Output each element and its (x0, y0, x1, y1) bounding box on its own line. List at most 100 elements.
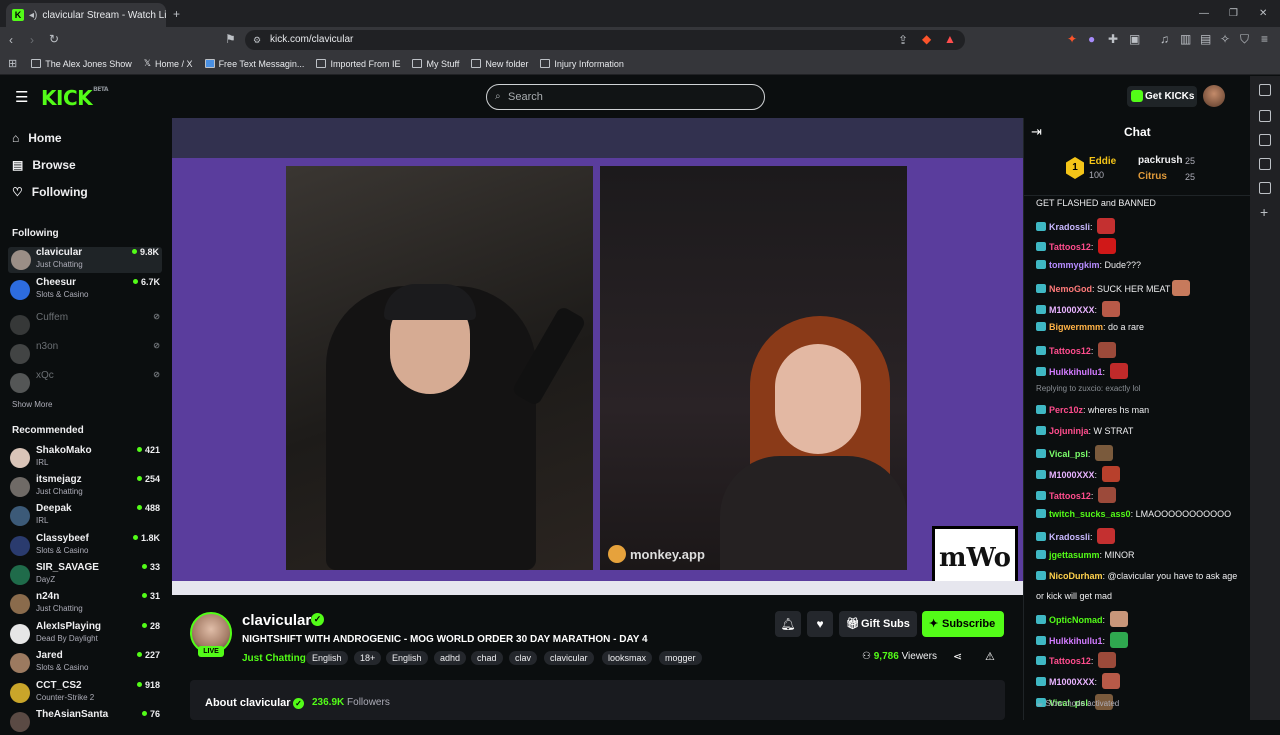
kick-logo[interactable]: KICKBETA (41, 86, 109, 110)
vpn-icon[interactable]: ⛉ (1240, 33, 1249, 45)
streamer-name[interactable]: clavicular (242, 612, 311, 629)
bookmark-item[interactable]: The Alex Jones Show (31, 59, 132, 69)
following-channel[interactable]: Cheesur Slots & Casino 6.7K (10, 277, 160, 303)
chat-username[interactable]: tommygkim (1049, 260, 1100, 270)
gifter-name[interactable]: Citrus (1138, 171, 1167, 182)
bookmarks-panel-icon[interactable] (1259, 134, 1271, 146)
chat-username[interactable]: Hulkkihullu1 (1049, 636, 1103, 646)
gifter-name[interactable]: Eddie (1089, 156, 1116, 167)
tag[interactable]: clav (509, 651, 538, 665)
following-channel-offline[interactable]: n3on ⊘ (10, 341, 160, 367)
reading-list-icon[interactable] (1259, 158, 1271, 170)
recommended-channel[interactable]: Deepak IRL 488 (10, 503, 160, 529)
hamburger-menu-icon[interactable]: ☰ (15, 88, 28, 106)
recommended-channel[interactable]: itsmejagz Just Chatting 254 (10, 474, 160, 500)
share-icon[interactable]: ⇪ (898, 34, 908, 46)
tag[interactable]: mogger (659, 651, 702, 665)
history-icon[interactable] (1259, 182, 1271, 194)
tag[interactable]: adhd (434, 651, 467, 665)
tag[interactable]: English (306, 651, 348, 665)
chat-username[interactable]: NemoGod (1049, 284, 1092, 294)
share-icon[interactable]: ⋖ (953, 650, 962, 663)
search-input[interactable]: ⌕ Search (486, 84, 765, 110)
user-avatar[interactable] (1203, 85, 1225, 107)
video-player[interactable]: monkey.app mWo (172, 118, 1023, 595)
minimize-icon[interactable]: — (1199, 8, 1209, 20)
tag[interactable]: 18+ (354, 651, 382, 665)
site-info-icon[interactable]: ⚙ (253, 34, 261, 46)
recommended-channel[interactable]: TheAsianSanta 76 (10, 709, 160, 735)
chat-username[interactable]: M1000XXX (1049, 677, 1095, 687)
recommended-channel[interactable]: AlexIsPlaying Dead By Daylight 28 (10, 621, 160, 647)
following-channel-offline[interactable]: xQc ⊘ (10, 370, 160, 396)
extension-icon[interactable]: ● (1088, 33, 1095, 45)
recommended-channel[interactable]: Classybeef Slots & Casino 1.8K (10, 533, 160, 559)
chat-username[interactable]: twitch_sucks_ass0 (1049, 509, 1131, 519)
url-field[interactable]: kick.com/clavicular (245, 30, 965, 50)
chat-username[interactable]: M1000XXX (1049, 470, 1095, 480)
bookmark-item[interactable]: 𝕏 Home / X (144, 58, 193, 69)
chat-username[interactable]: OpticNomad (1049, 615, 1103, 625)
gifter-name[interactable]: packrush (1138, 155, 1182, 166)
sidebar-item-home[interactable]: ⌂ Home (12, 131, 62, 145)
restore-icon[interactable]: ❐ (1229, 8, 1238, 20)
extensions-puzzle-icon[interactable]: ✚ (1108, 33, 1118, 45)
recommended-channel[interactable]: CCT_CS2 Counter-Strike 2 918 (10, 680, 160, 706)
tag[interactable]: chad (471, 651, 503, 665)
extension-icon[interactable]: ▣ (1129, 33, 1140, 45)
chat-username[interactable]: Tattoos12 (1049, 242, 1091, 252)
brave-rewards-icon[interactable]: ▲ (944, 33, 956, 45)
bookmark-icon[interactable]: ⚑ (225, 33, 236, 45)
category-link[interactable]: Just Chatting (242, 653, 306, 664)
bookmark-folder[interactable]: Imported From IE (316, 59, 400, 69)
chat-username[interactable]: Bigwermmm (1049, 322, 1103, 332)
sidebar-item-following[interactable]: ♡ Following (12, 185, 88, 199)
show-more-link[interactable]: Show More (12, 400, 52, 409)
collapse-chat-icon[interactable]: ⇥ (1031, 124, 1042, 140)
recommended-channel[interactable]: SIR_SAVAGE DayZ 33 (10, 562, 160, 588)
bookmark-folder[interactable]: New folder (471, 59, 528, 69)
subscribe-button[interactable]: ✦ Subscribe (922, 611, 1004, 637)
following-channel[interactable]: clavicular Just Chatting 9.8K (8, 247, 162, 273)
apps-grid-icon[interactable]: ⊞ (8, 57, 17, 70)
chat-username[interactable]: Tattoos12 (1049, 656, 1091, 666)
following-channel-offline[interactable]: Cuffem ⊘ (10, 312, 160, 338)
recommended-channel[interactable]: n24n Just Chatting 31 (10, 591, 160, 617)
sidebar-item-browse[interactable]: ▤ Browse (12, 158, 76, 172)
close-window-icon[interactable]: ✕ (1259, 8, 1267, 20)
bookmark-folder[interactable]: Injury Information (540, 59, 624, 69)
chat-username[interactable]: NicoDurham (1049, 571, 1103, 581)
recommended-channel[interactable]: ShakoMako IRL 421 (10, 445, 160, 471)
reload-icon[interactable]: ↻ (49, 33, 59, 45)
chat-username[interactable]: Kradossli (1049, 532, 1090, 542)
bookmark-item[interactable]: Free Text Messagin... (204, 59, 304, 69)
bookmark-folder[interactable]: My Stuff (412, 59, 459, 69)
chat-username[interactable]: Vical_psl (1049, 449, 1088, 459)
report-icon[interactable]: ⚠ (985, 650, 995, 663)
sidebar-icon[interactable]: ▥ (1180, 33, 1191, 45)
new-tab-icon[interactable]: + (173, 8, 180, 20)
get-kicks-button[interactable]: Get KICKs (1127, 86, 1197, 107)
extension-icon[interactable]: ✦ (1067, 33, 1077, 45)
menu-icon[interactable]: ≡ (1261, 33, 1268, 45)
chat-username[interactable]: Perc10z (1049, 405, 1083, 415)
tag[interactable]: looksmax (602, 651, 653, 665)
back-icon[interactable]: ‹ (9, 34, 13, 46)
wallet-icon[interactable] (1259, 110, 1271, 122)
leo-ai-icon[interactable]: ✧ (1220, 33, 1230, 45)
brave-shield-icon[interactable]: ◆ (922, 33, 931, 45)
add-panel-icon[interactable]: + (1260, 204, 1268, 220)
chat-username[interactable]: jgettasumm (1049, 550, 1100, 560)
forward-icon[interactable]: › (30, 34, 34, 46)
media-icon[interactable]: ♫ (1160, 33, 1169, 45)
chat-username[interactable]: Hulkkihullu1 (1049, 367, 1103, 377)
browser-tab[interactable]: K ◂) clavicular Stream - Watch Live ✕ (6, 3, 166, 27)
recommended-channel[interactable]: Jared Slots & Casino 227 (10, 650, 160, 676)
follow-button[interactable]: ♥ (807, 611, 833, 637)
chat-username[interactable]: Tattoos12 (1049, 491, 1091, 501)
chat-username[interactable]: M1000XXX (1049, 305, 1095, 315)
leo-icon[interactable] (1259, 84, 1271, 96)
wallet-icon[interactable]: ▤ (1200, 33, 1211, 45)
chat-username[interactable]: Tattoos12 (1049, 346, 1091, 356)
tag[interactable]: clavicular (544, 651, 594, 665)
